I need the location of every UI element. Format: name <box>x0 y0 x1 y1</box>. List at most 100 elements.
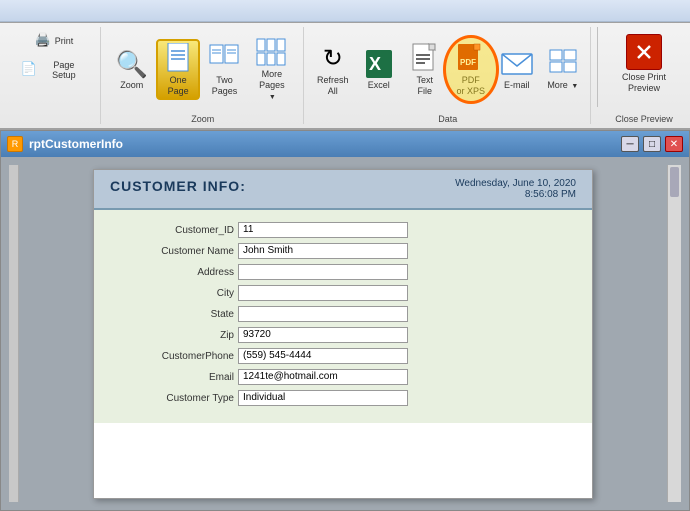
excel-label: Excel <box>368 80 390 91</box>
excel-button[interactable]: X Excel <box>358 45 400 94</box>
field-label: Zip <box>114 330 234 341</box>
svg-text:PDF: PDF <box>460 58 476 67</box>
close-print-preview-icon <box>626 34 662 70</box>
report-row: Customer_ID 11 <box>114 222 572 238</box>
data-buttons: ↻ RefreshAll X Excel <box>312 27 584 112</box>
ribbon: 🖨️ Print 📄 Page Setup 🔍 Zoom <box>0 0 690 130</box>
field-label: Email <box>114 372 234 383</box>
refresh-icon: ↻ <box>317 43 349 75</box>
minimize-button[interactable]: ─ <box>621 136 639 152</box>
field-value <box>238 285 408 301</box>
report-row: City <box>114 285 572 301</box>
ribbon-buttons-pagesetup: 🖨️ Print 📄 Page Setup <box>14 27 92 124</box>
report-row: CustomerPhone (559) 545-4444 <box>114 348 572 364</box>
field-value: (559) 545-4444 <box>238 348 408 364</box>
data-group-label: Data <box>438 112 457 124</box>
report-row: Customer Type Individual <box>114 390 572 406</box>
page-setup-icon: 📄 <box>19 59 39 79</box>
close-preview-group-label: Close Preview <box>615 112 673 124</box>
field-label: Customer Type <box>114 393 234 404</box>
field-label: Customer_ID <box>114 225 234 236</box>
field-label: CustomerPhone <box>114 351 234 362</box>
group-data: ↻ RefreshAll X Excel <box>306 27 591 124</box>
doc-title-text: rptCustomerInfo <box>29 137 615 151</box>
report-title: CUSTOMER INFO: <box>110 178 246 194</box>
field-value: 93720 <box>238 327 408 343</box>
more-label: More ▼ <box>547 80 578 91</box>
zoom-label: Zoom <box>120 80 143 91</box>
close-print-preview-button[interactable]: Close PrintPreview <box>617 31 671 97</box>
report-header: CUSTOMER INFO: Wednesday, June 10, 2020 … <box>94 170 592 210</box>
field-label: City <box>114 288 234 299</box>
more-pages-button[interactable]: MorePages ▼ <box>249 34 294 105</box>
left-scrollbar <box>9 165 19 502</box>
doc-title-icon: R <box>7 136 23 152</box>
report-time: 8:56:08 PM <box>455 189 576 200</box>
doc-content-area: CUSTOMER INFO: Wednesday, June 10, 2020 … <box>1 157 689 510</box>
group-page-setup: 🖨️ Print 📄 Page Setup <box>6 27 101 124</box>
field-value <box>238 264 408 280</box>
report-row: Zip 93720 <box>114 327 572 343</box>
svg-text:X: X <box>369 54 381 74</box>
ribbon-divider <box>597 27 598 107</box>
two-pages-label: TwoPages <box>212 75 238 97</box>
page-setup-button[interactable]: 📄 Page Setup <box>14 55 92 83</box>
field-label: State <box>114 309 234 320</box>
page-area: CUSTOMER INFO: Wednesday, June 10, 2020 … <box>19 165 667 502</box>
zoom-icon: 🔍 <box>116 48 148 80</box>
report-row: State <box>114 306 572 322</box>
refresh-label: RefreshAll <box>317 75 349 97</box>
restore-button[interactable]: □ <box>643 136 661 152</box>
pdf-icon: PDF <box>455 43 487 75</box>
field-value: 1241te@hotmail.com <box>238 369 408 385</box>
text-file-icon <box>409 43 441 75</box>
field-value: John Smith <box>238 243 408 259</box>
two-pages-icon <box>209 43 241 75</box>
more-icon <box>547 48 579 80</box>
field-label: Address <box>114 267 234 278</box>
one-page-icon <box>162 43 194 75</box>
more-button[interactable]: More ▼ <box>542 45 584 94</box>
report-date: Wednesday, June 10, 2020 <box>455 178 576 189</box>
pdf-xps-label: PDFor XPS <box>457 75 486 97</box>
text-file-button[interactable]: TextFile <box>404 40 446 100</box>
two-pages-button[interactable]: TwoPages <box>204 40 245 100</box>
email-button[interactable]: E-mail <box>496 45 538 94</box>
field-value <box>238 306 408 322</box>
right-scrollbar <box>667 165 681 502</box>
ribbon-content: 🖨️ Print 📄 Page Setup 🔍 Zoom <box>0 22 690 128</box>
report-row: Customer NameJohn Smith <box>114 243 572 259</box>
zoom-group-label: Zoom <box>191 112 214 124</box>
doc-window-buttons: ─ □ ✕ <box>621 136 683 152</box>
scroll-thumb[interactable] <box>670 167 679 197</box>
report-date-time: Wednesday, June 10, 2020 8:56:08 PM <box>455 178 576 200</box>
report-page: CUSTOMER INFO: Wednesday, June 10, 2020 … <box>93 169 593 499</box>
print-icon: 🖨️ <box>33 30 53 50</box>
one-page-button[interactable]: OnePage <box>156 39 199 101</box>
page-setup-label: Page Setup <box>41 60 87 80</box>
doc-titlebar: R rptCustomerInfo ─ □ ✕ <box>1 131 689 157</box>
group-zoom: 🔍 Zoom OnePage <box>103 27 304 124</box>
field-value: Individual <box>238 390 408 406</box>
more-pages-label: MorePages ▼ <box>254 69 289 102</box>
email-icon <box>501 48 533 80</box>
ribbon-top-bar <box>0 0 690 22</box>
text-file-label: TextFile <box>417 75 434 97</box>
close-print-preview-label: Close PrintPreview <box>622 72 666 94</box>
report-body: Customer_ID 11 Customer NameJohn Smith Addr… <box>94 210 592 423</box>
report-row: Address <box>114 264 572 280</box>
excel-icon: X <box>363 48 395 80</box>
doc-close-button[interactable]: ✕ <box>665 136 683 152</box>
report-row: Email 1241te@hotmail.com <box>114 369 572 385</box>
more-pages-icon <box>256 37 288 69</box>
group-close-preview: Close PrintPreview Close Preview <box>604 27 684 124</box>
refresh-all-button[interactable]: ↻ RefreshAll <box>312 40 354 100</box>
one-page-label: OnePage <box>168 75 189 97</box>
pdf-xps-button[interactable]: PDF PDFor XPS <box>450 40 492 100</box>
document-window: R rptCustomerInfo ─ □ ✕ CUSTOMER INFO: W… <box>0 130 690 511</box>
zoom-buttons: 🔍 Zoom OnePage <box>111 27 295 112</box>
print-button[interactable]: 🖨️ Print <box>28 27 79 53</box>
zoom-button[interactable]: 🔍 Zoom <box>111 45 152 94</box>
email-label: E-mail <box>504 80 530 91</box>
field-value: 11 <box>238 222 408 238</box>
